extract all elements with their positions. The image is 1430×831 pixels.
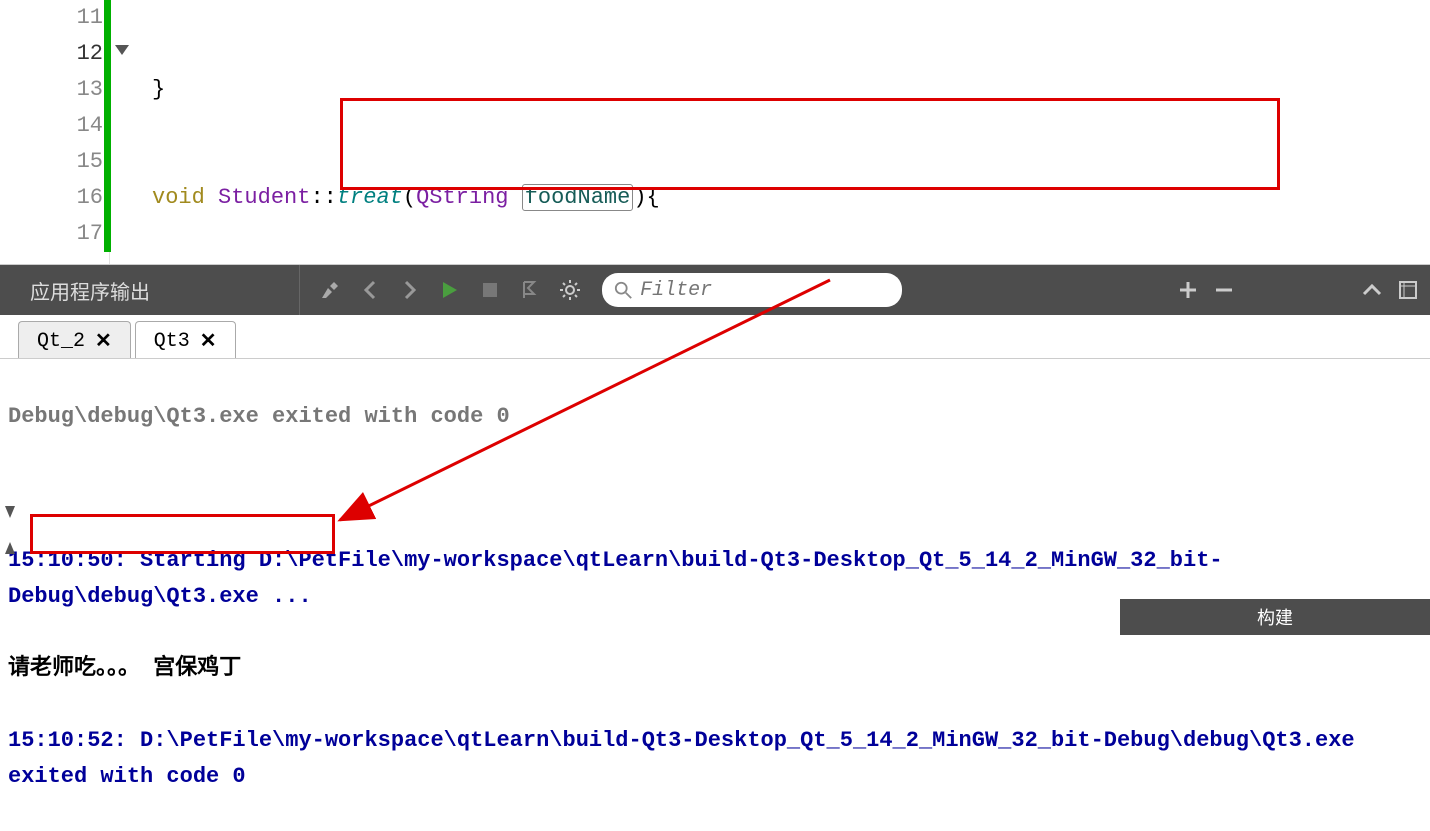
code-text: ){ [633, 185, 659, 210]
output-toolbar [300, 278, 582, 302]
code-param: foodName [522, 184, 634, 211]
output-tabs: Qt_2 ✕ Qt3 ✕ [0, 315, 1430, 359]
annotation-highlight-box [340, 98, 1280, 190]
code-editor[interactable]: 11 12 13 14 15 16 17 } void Student::tre… [0, 0, 1430, 265]
output-panel-header: 应用程序输出 [0, 265, 1430, 315]
console-line: 15:10:52: D:\PetFile\my-workspace\qtLear… [8, 723, 1422, 795]
code-function: treat [337, 185, 403, 210]
tab-qt3[interactable]: Qt3 ✕ [135, 321, 236, 358]
code-type: QString [416, 185, 508, 210]
console-line: 请老师吃。。。 宫保鸡丁 [8, 651, 1422, 687]
line-number: 12 [0, 36, 103, 72]
minus-icon[interactable] [1212, 278, 1236, 302]
stop-icon[interactable] [478, 278, 502, 302]
output-panel-title: 应用程序输出 [0, 265, 300, 315]
plus-icon[interactable] [1176, 278, 1200, 302]
code-keyword: void [152, 185, 205, 210]
filter-box[interactable] [602, 273, 902, 307]
code-class: Student [218, 185, 310, 210]
console-output[interactable]: Debug\debug\Qt3.exe exited with code 0 1… [0, 359, 1430, 831]
code-text: } [152, 77, 165, 102]
build-button-label: 构建 [1257, 604, 1293, 630]
fold-column[interactable] [110, 0, 140, 264]
code-content[interactable]: } void Student::treat(QString foodName){… [140, 0, 1430, 264]
fold-marker-icon[interactable] [115, 45, 129, 55]
tab-label: Qt_2 [37, 330, 85, 353]
collapse-icon[interactable] [1360, 278, 1384, 302]
popout-icon[interactable] [1396, 278, 1420, 302]
line-number: 16 [0, 180, 103, 216]
line-number: 14 [0, 108, 103, 144]
line-number: 17 [0, 216, 103, 252]
side-marker-icon[interactable] [0, 530, 20, 566]
close-icon[interactable]: ✕ [95, 328, 112, 354]
next-icon[interactable] [398, 278, 422, 302]
close-icon[interactable]: ✕ [200, 328, 217, 354]
line-number: 15 [0, 144, 103, 180]
search-icon [614, 280, 632, 300]
build-button[interactable]: 构建 [1120, 599, 1430, 635]
tab-label: Qt3 [154, 330, 190, 353]
side-marker-icon[interactable] [0, 494, 20, 530]
console-line: Debug\debug\Qt3.exe exited with code 0 [8, 399, 1422, 435]
settings-icon[interactable] [558, 278, 582, 302]
filter-input[interactable] [640, 279, 890, 302]
line-number: 11 [0, 0, 103, 36]
prev-icon[interactable] [358, 278, 382, 302]
line-number: 13 [0, 72, 103, 108]
run-icon[interactable] [438, 278, 462, 302]
tab-qt2[interactable]: Qt_2 ✕ [18, 321, 131, 358]
attach-icon[interactable] [518, 278, 542, 302]
line-gutter: 11 12 13 14 15 16 17 [0, 0, 110, 264]
clear-icon[interactable] [318, 278, 342, 302]
